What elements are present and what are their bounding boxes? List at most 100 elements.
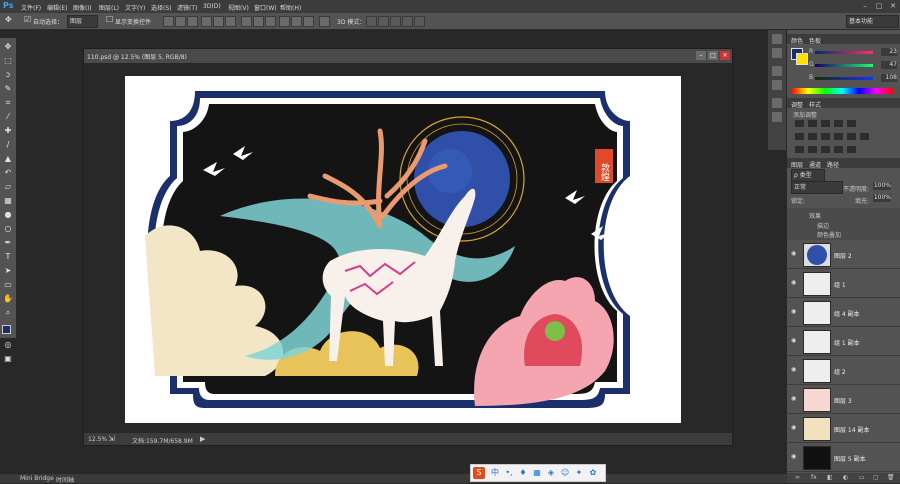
effect-color-overlay[interactable]: 颜色叠加 (817, 230, 841, 239)
eyedropper-tool-icon[interactable]: ⁄ (3, 112, 13, 122)
layer-name[interactable]: 组 1 (834, 280, 846, 289)
r-slider[interactable] (815, 51, 873, 54)
3d-drag-icon[interactable] (390, 16, 401, 27)
color-lookup-icon[interactable] (860, 133, 869, 140)
zoom-tool-icon[interactable]: ⌕ (3, 308, 13, 318)
pen-tool-icon[interactable]: ✒ (3, 238, 13, 248)
menu-edit[interactable]: 编辑(E) (47, 3, 67, 12)
menu-select[interactable]: 选择(S) (151, 3, 172, 12)
distribute-2-icon[interactable] (253, 16, 264, 27)
artwork[interactable]: 敦煌 (125, 76, 681, 423)
photo-filter-icon[interactable] (834, 133, 843, 140)
history-icon[interactable] (772, 34, 782, 44)
3d-scale-icon[interactable] (414, 16, 425, 27)
distribute-4-icon[interactable] (279, 16, 290, 27)
layer-row[interactable]: ◉ 组 4 副本 (787, 298, 900, 327)
brightness-icon[interactable] (795, 120, 804, 127)
marquee-tool-icon[interactable]: ⬚ (3, 56, 13, 66)
tab-layers[interactable]: 图层 (791, 160, 803, 169)
adjustment-layer-icon[interactable]: ◐ (843, 474, 848, 481)
eye-icon[interactable]: ◉ (791, 424, 796, 431)
workspace-dropdown[interactable]: 基本功能 (846, 15, 899, 28)
distribute-6-icon[interactable] (303, 16, 314, 27)
gradient-tool-icon[interactable]: ▦ (3, 196, 13, 206)
tab-swatches[interactable]: 色板 (809, 36, 821, 45)
mask-icon[interactable]: ◧ (827, 474, 833, 481)
layer-name[interactable]: 图层 3 (834, 396, 852, 405)
levels-icon[interactable] (808, 120, 817, 127)
fill-value[interactable]: 100% (873, 194, 891, 202)
clone-source-icon[interactable] (772, 112, 782, 122)
channel-mixer-icon[interactable] (847, 133, 856, 140)
checkbox-icon[interactable]: ☐ (106, 15, 113, 24)
b-value[interactable]: 108 (881, 74, 897, 82)
eye-icon[interactable]: ◉ (791, 395, 796, 402)
blur-tool-icon[interactable]: ● (3, 210, 13, 220)
menu-file[interactable]: 文件(F) (21, 3, 41, 12)
layer-name[interactable]: 图层 2 (834, 251, 852, 260)
b-slider[interactable] (815, 77, 873, 80)
dodge-tool-icon[interactable]: ○ (3, 224, 13, 234)
new-layer-icon[interactable]: ▢ (873, 474, 879, 481)
selective-color-icon[interactable] (847, 146, 856, 153)
document-tab[interactable]: 110.psd @ 12.5% (图层 5, RGB/8) – □ ✕ (84, 49, 732, 63)
move-tool-icon[interactable]: ✥ (3, 42, 13, 52)
align-left-icon[interactable] (201, 16, 212, 27)
eye-icon[interactable]: ◉ (791, 279, 796, 286)
minimize-icon[interactable]: – (858, 0, 872, 13)
tab-adjustments[interactable]: 调整 (791, 100, 803, 109)
paragraph-icon[interactable] (772, 80, 782, 90)
layer-row[interactable]: ◉ 组 1 副本 (787, 327, 900, 356)
brush-preset-icon[interactable] (772, 98, 782, 108)
eye-icon[interactable]: ◉ (791, 453, 796, 460)
align-hcenter-icon[interactable] (213, 16, 224, 27)
eye-icon[interactable]: ◉ (791, 250, 796, 257)
ime-lang[interactable]: 中 (489, 467, 501, 479)
new-group-icon[interactable]: ▭ (859, 474, 865, 481)
brush-tool-icon[interactable]: ∕ (3, 140, 13, 150)
align-top-icon[interactable] (163, 16, 174, 27)
effect-stroke[interactable]: 描边 (817, 221, 829, 230)
g-slider[interactable] (815, 64, 873, 67)
layer-row[interactable]: ◉ 组 2 (787, 356, 900, 385)
align-right-icon[interactable] (225, 16, 236, 27)
layer-name[interactable]: 组 4 副本 (834, 309, 860, 318)
close-icon[interactable]: ✕ (886, 0, 900, 13)
quick-mask-icon[interactable]: ◎ (3, 340, 13, 350)
mic-icon[interactable]: ♦ (517, 467, 529, 479)
tab-styles[interactable]: 样式 (809, 100, 821, 109)
lasso-tool-icon[interactable]: ↄ (3, 70, 13, 80)
fx-icon[interactable]: fx (811, 474, 817, 481)
eye-icon[interactable]: ◉ (791, 366, 796, 373)
3d-slide-icon[interactable] (402, 16, 413, 27)
eraser-tool-icon[interactable]: ▱ (3, 182, 13, 192)
type-tool-icon[interactable]: T (3, 252, 13, 262)
layer-row[interactable]: ◉ 组 1 (787, 269, 900, 298)
eye-icon[interactable]: ◉ (791, 337, 796, 344)
tab-channels[interactable]: 通道 (809, 160, 821, 169)
doc-restore-icon[interactable]: □ (708, 51, 718, 60)
zoom-level[interactable]: 12.5% (88, 436, 107, 443)
vibrance-icon[interactable] (847, 120, 856, 127)
settings-icon[interactable]: ✿ (587, 467, 599, 479)
blend-mode-dropdown[interactable]: 正常 (791, 181, 843, 194)
skin-icon[interactable]: ◈ (545, 467, 557, 479)
menu-image[interactable]: 图像(I) (73, 3, 91, 12)
emoji-icon[interactable]: ☺ (559, 467, 571, 479)
align-bottom-icon[interactable] (187, 16, 198, 27)
curves-icon[interactable] (821, 120, 830, 127)
export-icon[interactable]: ⇲ (108, 434, 115, 443)
history-brush-icon[interactable]: ↶ (3, 168, 13, 178)
menu-filter[interactable]: 滤镜(T) (177, 3, 197, 12)
hand-tool-icon[interactable]: ✋ (3, 294, 13, 304)
move-tool-icon[interactable]: ✥ (5, 15, 12, 24)
gradient-map-icon[interactable] (834, 146, 843, 153)
align-vcenter-icon[interactable] (175, 16, 186, 27)
doc-minimize-icon[interactable]: – (696, 51, 706, 60)
bg-color-swatch[interactable] (796, 53, 808, 65)
tools-icon[interactable]: ✦ (573, 467, 585, 479)
character-icon[interactable] (772, 66, 782, 76)
posterize-icon[interactable] (808, 146, 817, 153)
punctuation-icon[interactable]: •, (503, 467, 515, 479)
hue-sat-icon[interactable] (795, 133, 804, 140)
